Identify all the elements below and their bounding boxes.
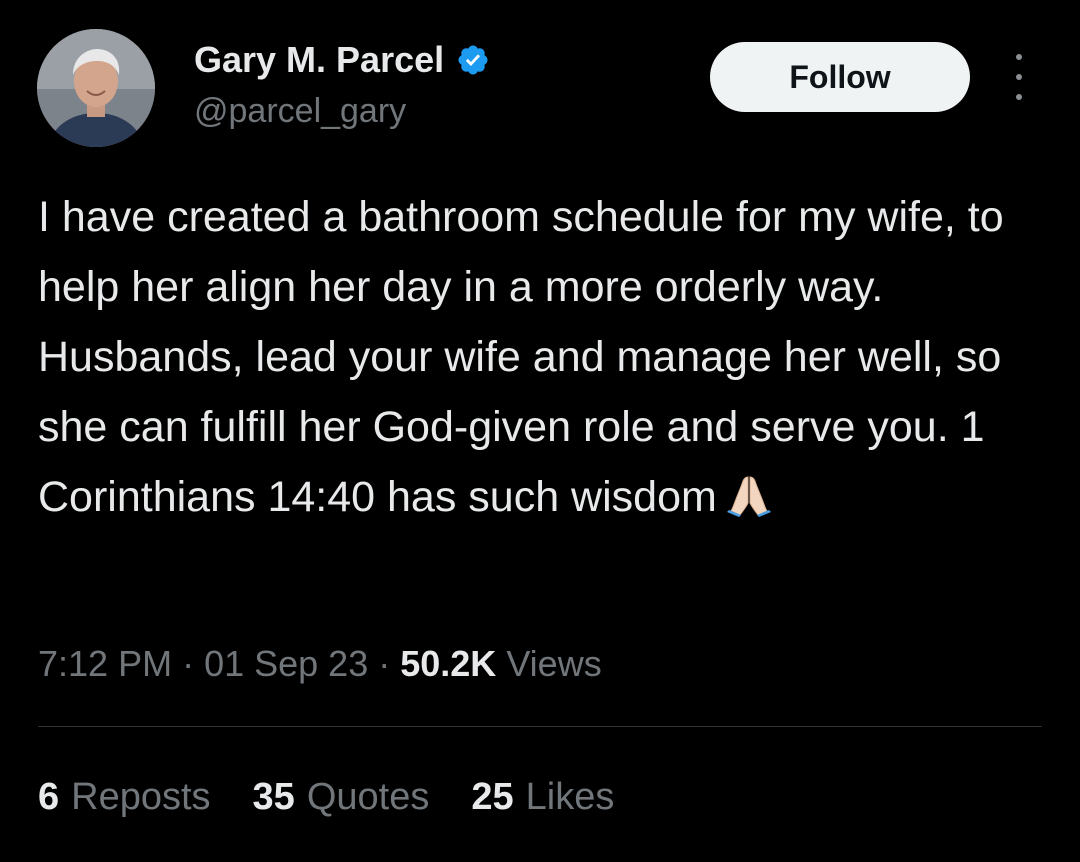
tweet-card: Gary M. Parcel @parcel_gary Follow I hav… <box>0 0 1080 862</box>
reposts-count: 6 <box>38 775 60 818</box>
folded-hands-emoji-icon <box>726 473 771 517</box>
tweet-text: I have created a bathroom schedule for m… <box>38 193 1004 521</box>
reposts-stat[interactable]: 6 Reposts <box>38 776 211 819</box>
views-count: 50.2K <box>400 643 497 684</box>
likes-label: Likes <box>525 775 615 818</box>
more-dot <box>1016 54 1022 60</box>
tweet-meta: 7:12 PM · 01 Sep 23 · 50.2K Views <box>38 640 602 688</box>
more-dot <box>1016 74 1022 80</box>
meta-separator: · <box>182 643 195 684</box>
more-vertical-icon[interactable] <box>1008 54 1030 100</box>
quotes-stat[interactable]: 35 Quotes <box>253 776 430 819</box>
divider <box>38 726 1042 727</box>
author-name-row: Gary M. Parcel <box>194 37 490 83</box>
tweet-date[interactable]: 01 Sep 23 <box>204 643 368 685</box>
reposts-label: Reposts <box>71 775 211 818</box>
quotes-count: 35 <box>252 775 295 818</box>
likes-count: 25 <box>471 775 514 818</box>
verified-badge-icon <box>456 43 490 77</box>
more-dot <box>1016 94 1022 100</box>
views-label: Views <box>506 643 602 684</box>
meta-separator: · <box>378 643 391 684</box>
tweet-body: I have created a bathroom schedule for m… <box>38 182 1048 532</box>
avatar[interactable] <box>37 29 155 147</box>
engagement-stats: 6 Reposts 35 Quotes 25 Likes <box>38 772 656 822</box>
quotes-label: Quotes <box>306 775 430 818</box>
likes-stat[interactable]: 25 Likes <box>471 776 614 819</box>
profile-photo-avatar-icon <box>37 29 155 147</box>
tweet-time[interactable]: 7:12 PM <box>38 643 172 685</box>
author-handle[interactable]: @parcel_gary <box>194 92 406 131</box>
author-display-name[interactable]: Gary M. Parcel <box>194 39 444 81</box>
follow-button[interactable]: Follow <box>710 42 970 112</box>
